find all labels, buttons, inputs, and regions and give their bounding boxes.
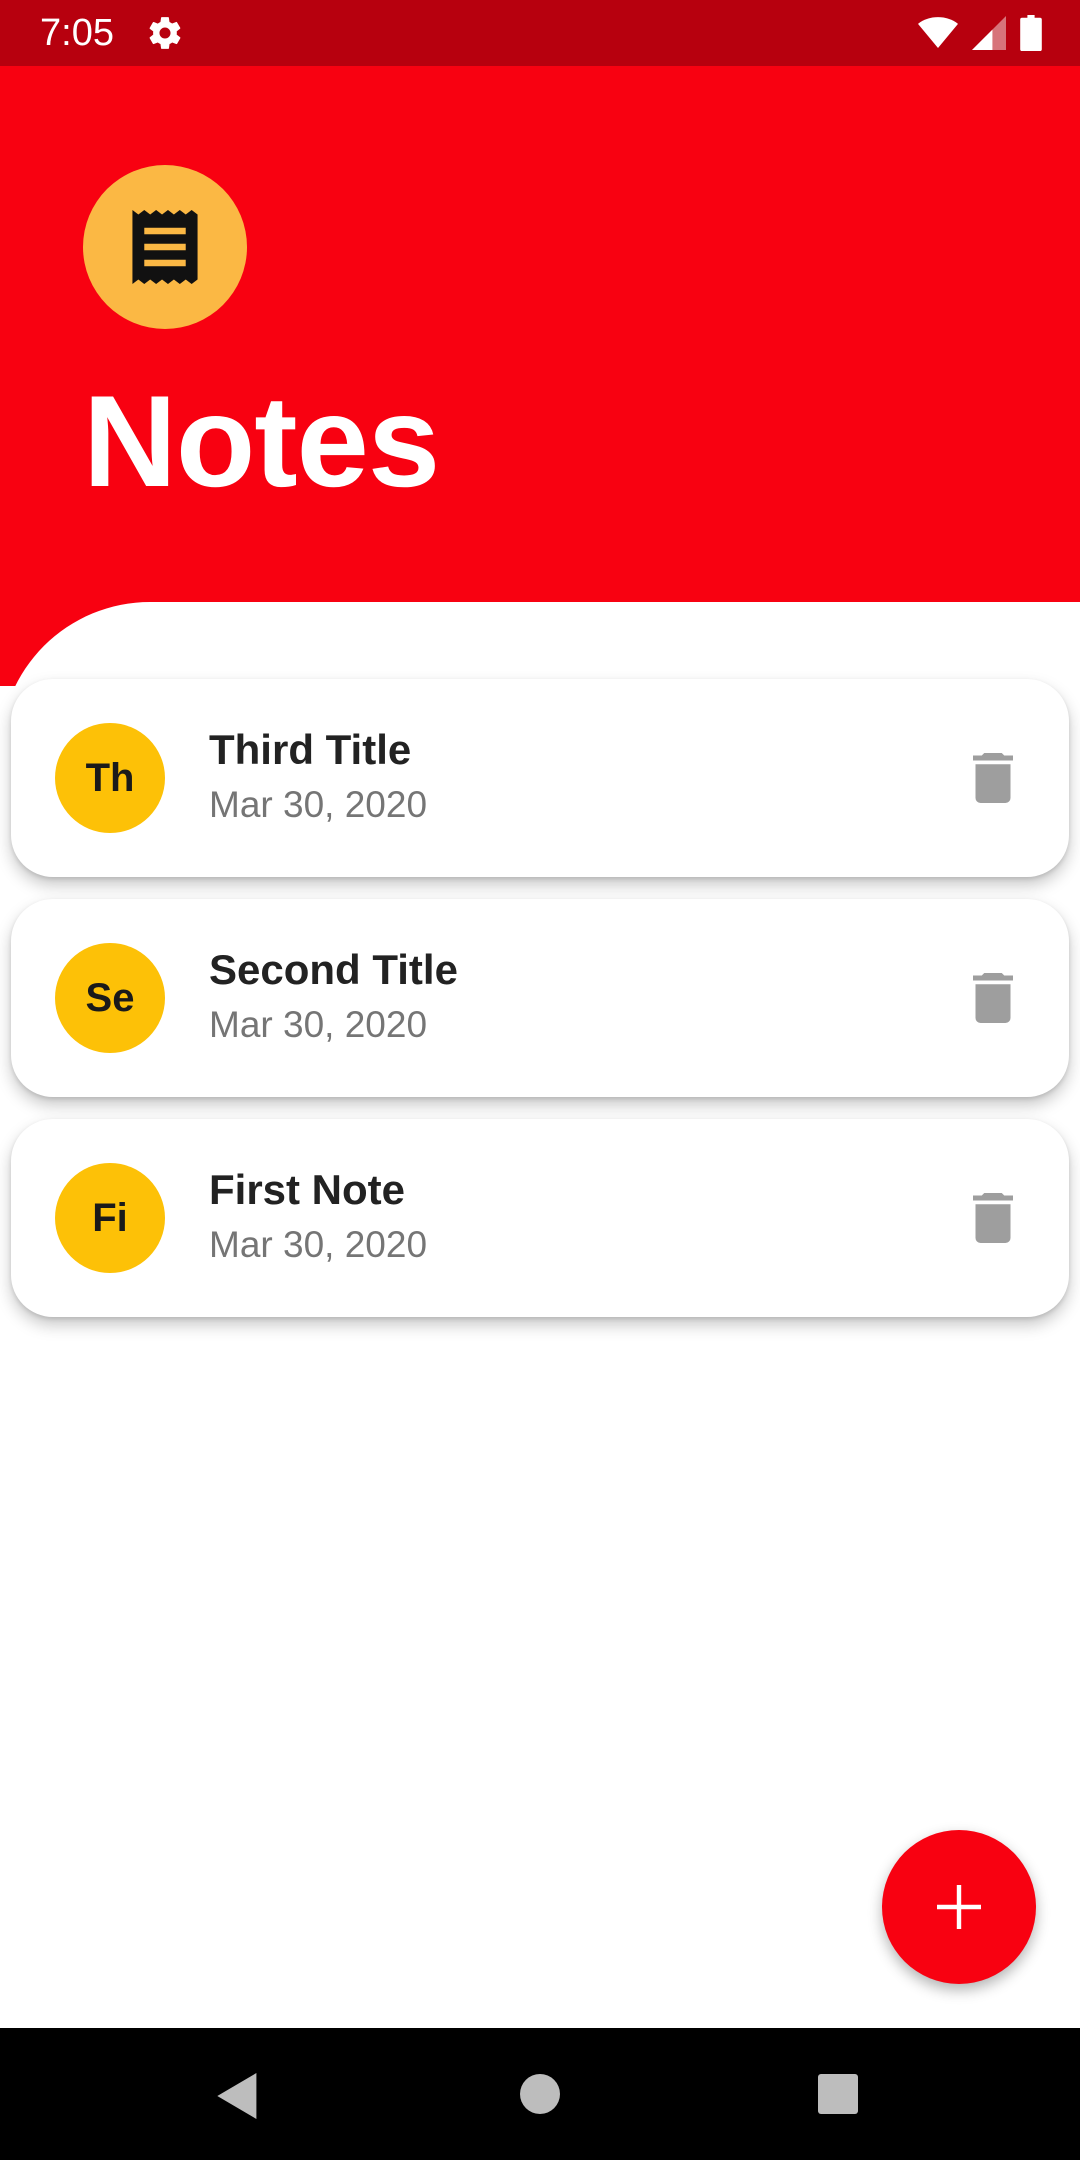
delete-button[interactable]: [963, 968, 1023, 1028]
page-title: Notes: [83, 368, 440, 514]
plus-icon: [937, 1885, 981, 1929]
trash-icon: [973, 1193, 1013, 1243]
trash-icon: [973, 753, 1013, 803]
signal-icon: [972, 16, 1006, 50]
note-date: Mar 30, 2020: [209, 784, 428, 825]
status-bar: 7:05: [0, 0, 1080, 66]
gear-icon: [146, 14, 184, 52]
receipt-icon: [132, 210, 198, 284]
note-card[interactable]: Th Third Title Mar 30, 2020: [11, 679, 1069, 877]
delete-button[interactable]: [963, 748, 1023, 808]
trash-icon: [973, 973, 1013, 1023]
note-avatar: Th: [55, 723, 165, 833]
note-list: Th Third Title Mar 30, 2020 Se Second Ti…: [11, 679, 1069, 1339]
note-avatar: Se: [55, 943, 165, 1053]
recents-icon[interactable]: [818, 2074, 858, 2114]
note-title: First Note: [209, 1166, 406, 1213]
app-logo: [83, 165, 247, 329]
delete-button[interactable]: [963, 1188, 1023, 1248]
battery-icon: [1020, 15, 1042, 51]
note-avatar: Fi: [55, 1163, 165, 1273]
note-title: Second Title: [209, 946, 458, 993]
navigation-bar: [0, 2028, 1080, 2160]
note-card[interactable]: Se Second Title Mar 30, 2020: [11, 899, 1069, 1097]
note-date: Mar 30, 2020: [209, 1224, 428, 1265]
notes-screen: 7:05 Notes Th Third Title Mar 30, 2020 S…: [0, 0, 1080, 2160]
note-date: Mar 30, 2020: [209, 1004, 428, 1045]
wifi-icon: [918, 17, 958, 48]
status-icons: [918, 14, 1042, 52]
note-title: Third Title: [209, 726, 412, 773]
back-icon[interactable]: [215, 2073, 261, 2119]
app-header: Notes: [0, 66, 1080, 686]
note-card[interactable]: Fi First Note Mar 30, 2020: [11, 1119, 1069, 1317]
add-note-button[interactable]: [882, 1830, 1036, 1984]
home-icon[interactable]: [520, 2074, 560, 2114]
status-time: 7:05: [40, 12, 114, 54]
